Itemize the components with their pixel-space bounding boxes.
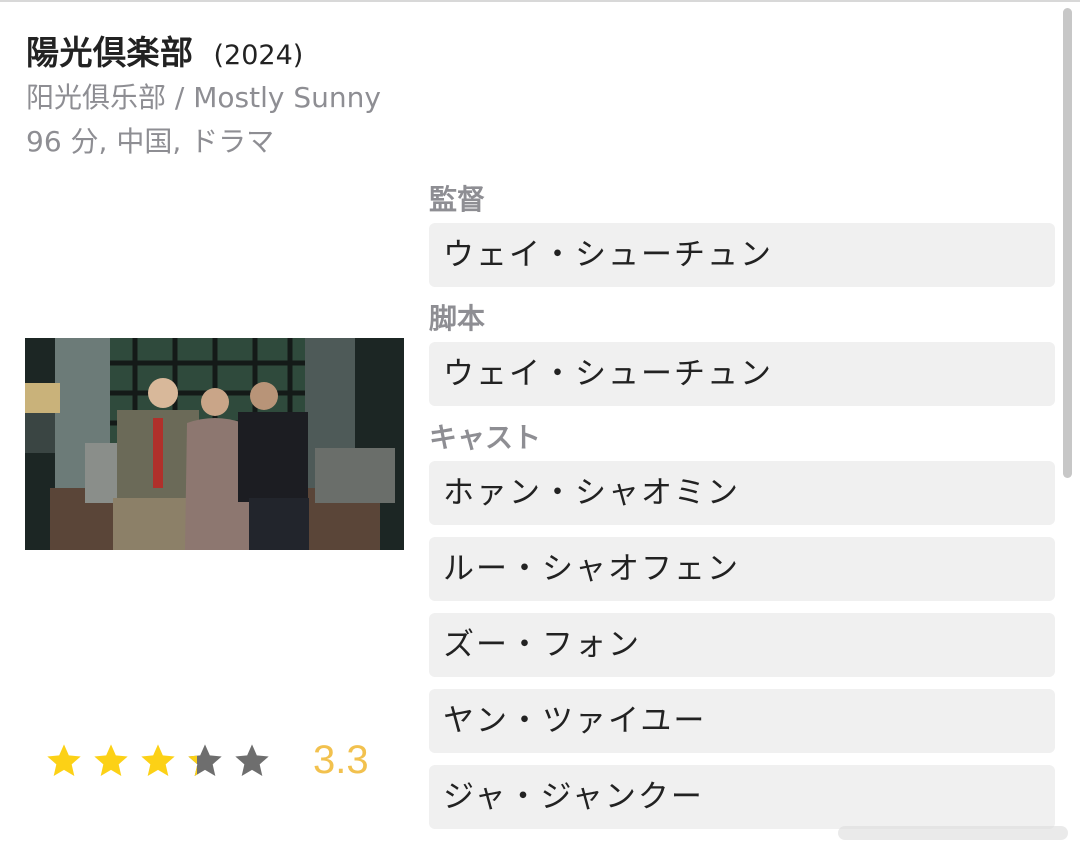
rating-value: 3.3 xyxy=(313,738,369,782)
cast-member[interactable]: ジャ・ジャンクー xyxy=(429,765,1055,829)
star-empty-icon xyxy=(235,743,269,776)
star-partial-icon xyxy=(188,743,222,776)
movie-detail-page: 陽光倶楽部 (2024) 阳光俱乐部 / Mostly Sunny 96 分, … xyxy=(0,0,1080,855)
star-filled-icon xyxy=(94,743,128,776)
movie-still-illustration xyxy=(25,338,404,550)
rating: 3.3 xyxy=(44,738,369,783)
home-indicator[interactable] xyxy=(838,826,1068,840)
director-name[interactable]: ウェイ・シューチュン xyxy=(429,223,1055,287)
director-label: 監督 xyxy=(429,183,486,216)
star-filled-icon xyxy=(47,743,81,776)
credits-panel: 監督 ウェイ・シューチュン 脚本 ウェイ・シューチュン キャスト ホァン・シャオ… xyxy=(429,180,1055,841)
cast-member[interactable]: ホァン・シャオミン xyxy=(429,461,1055,525)
movie-title: 陽光倶楽部 xyxy=(26,33,194,72)
scrollbar[interactable] xyxy=(1063,8,1072,478)
movie-still-image[interactable] xyxy=(25,338,404,550)
title-row: 陽光倶楽部 (2024) xyxy=(26,26,303,74)
cast-member[interactable]: ヤン・ツァイユー xyxy=(429,689,1055,753)
movie-year: (2024) xyxy=(213,40,304,71)
writer-label: 脚本 xyxy=(429,302,486,335)
cast-member[interactable]: ズー・フォン xyxy=(429,613,1055,677)
writer-name[interactable]: ウェイ・シューチュン xyxy=(429,342,1055,406)
movie-alt-titles: 阳光俱乐部 / Mostly Sunny xyxy=(26,81,381,114)
top-divider xyxy=(0,0,1080,2)
cast-member[interactable]: ルー・シャオフェン xyxy=(429,537,1055,601)
star-filled-icon xyxy=(141,743,175,776)
movie-meta: 96 分, 中国, ドラマ xyxy=(26,125,275,158)
cast-label: キャスト xyxy=(429,421,542,454)
